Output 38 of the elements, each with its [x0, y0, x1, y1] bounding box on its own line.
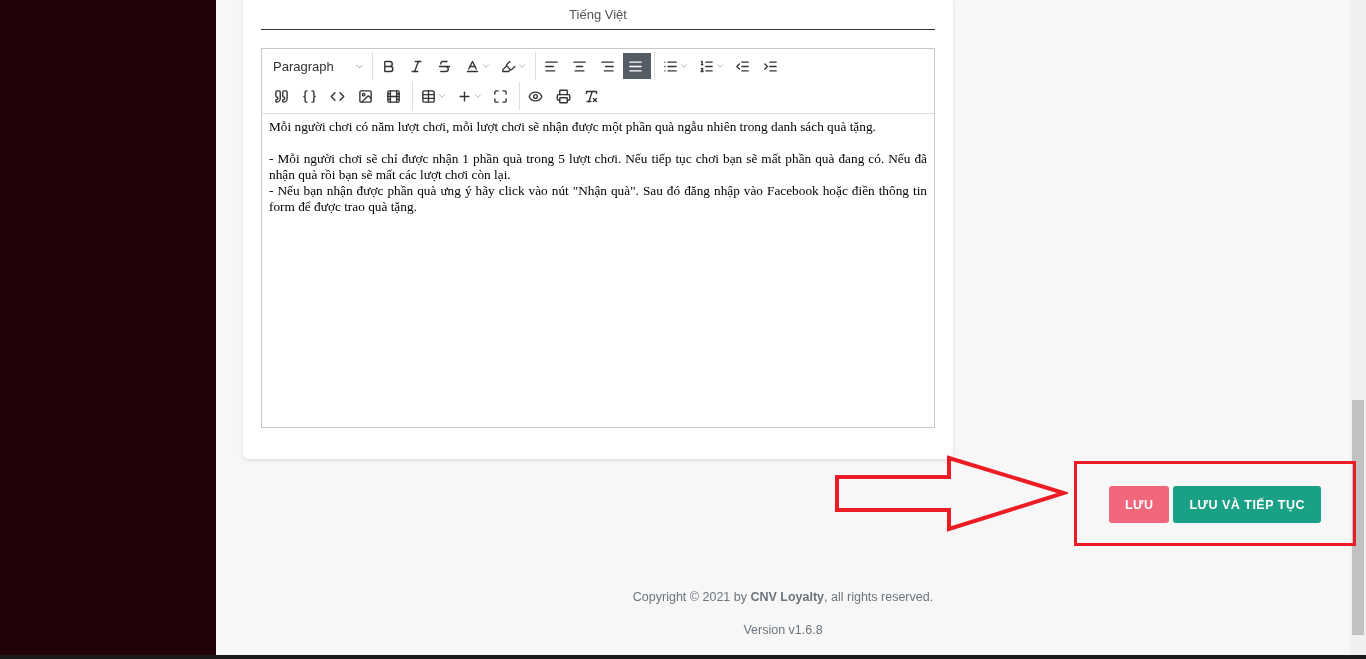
copyright-text: Copyright © 2021 by CNV Loyalty, all rights reserved. [632, 590, 934, 604]
strike-icon [437, 58, 452, 74]
insert-icon [457, 88, 472, 104]
numbers-icon [699, 58, 714, 74]
caret-icon [715, 61, 725, 71]
table-icon [421, 88, 436, 104]
fullscreen-icon [493, 88, 508, 104]
format-select[interactable]: Paragraph [269, 53, 369, 79]
scrollbar-thumb[interactable] [1352, 400, 1364, 635]
bullets-icon [663, 58, 678, 74]
italic-icon [409, 58, 424, 74]
braces-icon [302, 88, 317, 104]
bold-icon [381, 58, 396, 74]
justify-button[interactable] [623, 53, 651, 79]
caret-icon [437, 91, 447, 101]
preview-icon [528, 88, 543, 104]
textcolor-icon [465, 58, 480, 74]
paragraph: - Mỗi người chơi sẽ chỉ được nhận 1 phần quà trong 5 lượt chơi. Nếu tiếp tục chơi bạn sẽ mất phần quà đang có. Nếu đã nhận quà rồi bạn sẽ mất các lượt chơi còn lại. [269, 151, 927, 183]
caret-icon [679, 61, 689, 71]
clearformat-icon [584, 88, 599, 104]
alignright-icon [600, 58, 615, 74]
quote-icon [274, 88, 289, 104]
justify-icon [628, 58, 643, 74]
outdent-icon [735, 58, 750, 74]
highlight-icon [501, 58, 516, 74]
language-tab[interactable]: Tiếng Việt [261, 0, 935, 30]
paragraph: - Nếu bạn nhận được phần quà ưng ý hãy click vào nút "Nhận quà". Sau đó đăng nhập vào Facebook hoặc điền thông tin form để được trao quà tặng. [269, 183, 927, 215]
print-icon [556, 88, 571, 104]
caret-icon [473, 91, 483, 101]
caret-icon [517, 61, 527, 71]
aligncenter-icon [572, 58, 587, 74]
video-icon [386, 88, 401, 104]
caret-icon [481, 61, 491, 71]
image-icon [358, 88, 373, 104]
indent-icon [763, 58, 778, 74]
paragraph: Mỗi người chơi có năm lượt chơi, mỗi lượt chơi sẽ nhận được một phần quà ngẫu nhiên trong danh sách quà tặng. [269, 119, 877, 135]
version-text: Version v1.6.8 [743, 623, 823, 637]
alignleft-icon [544, 58, 559, 74]
